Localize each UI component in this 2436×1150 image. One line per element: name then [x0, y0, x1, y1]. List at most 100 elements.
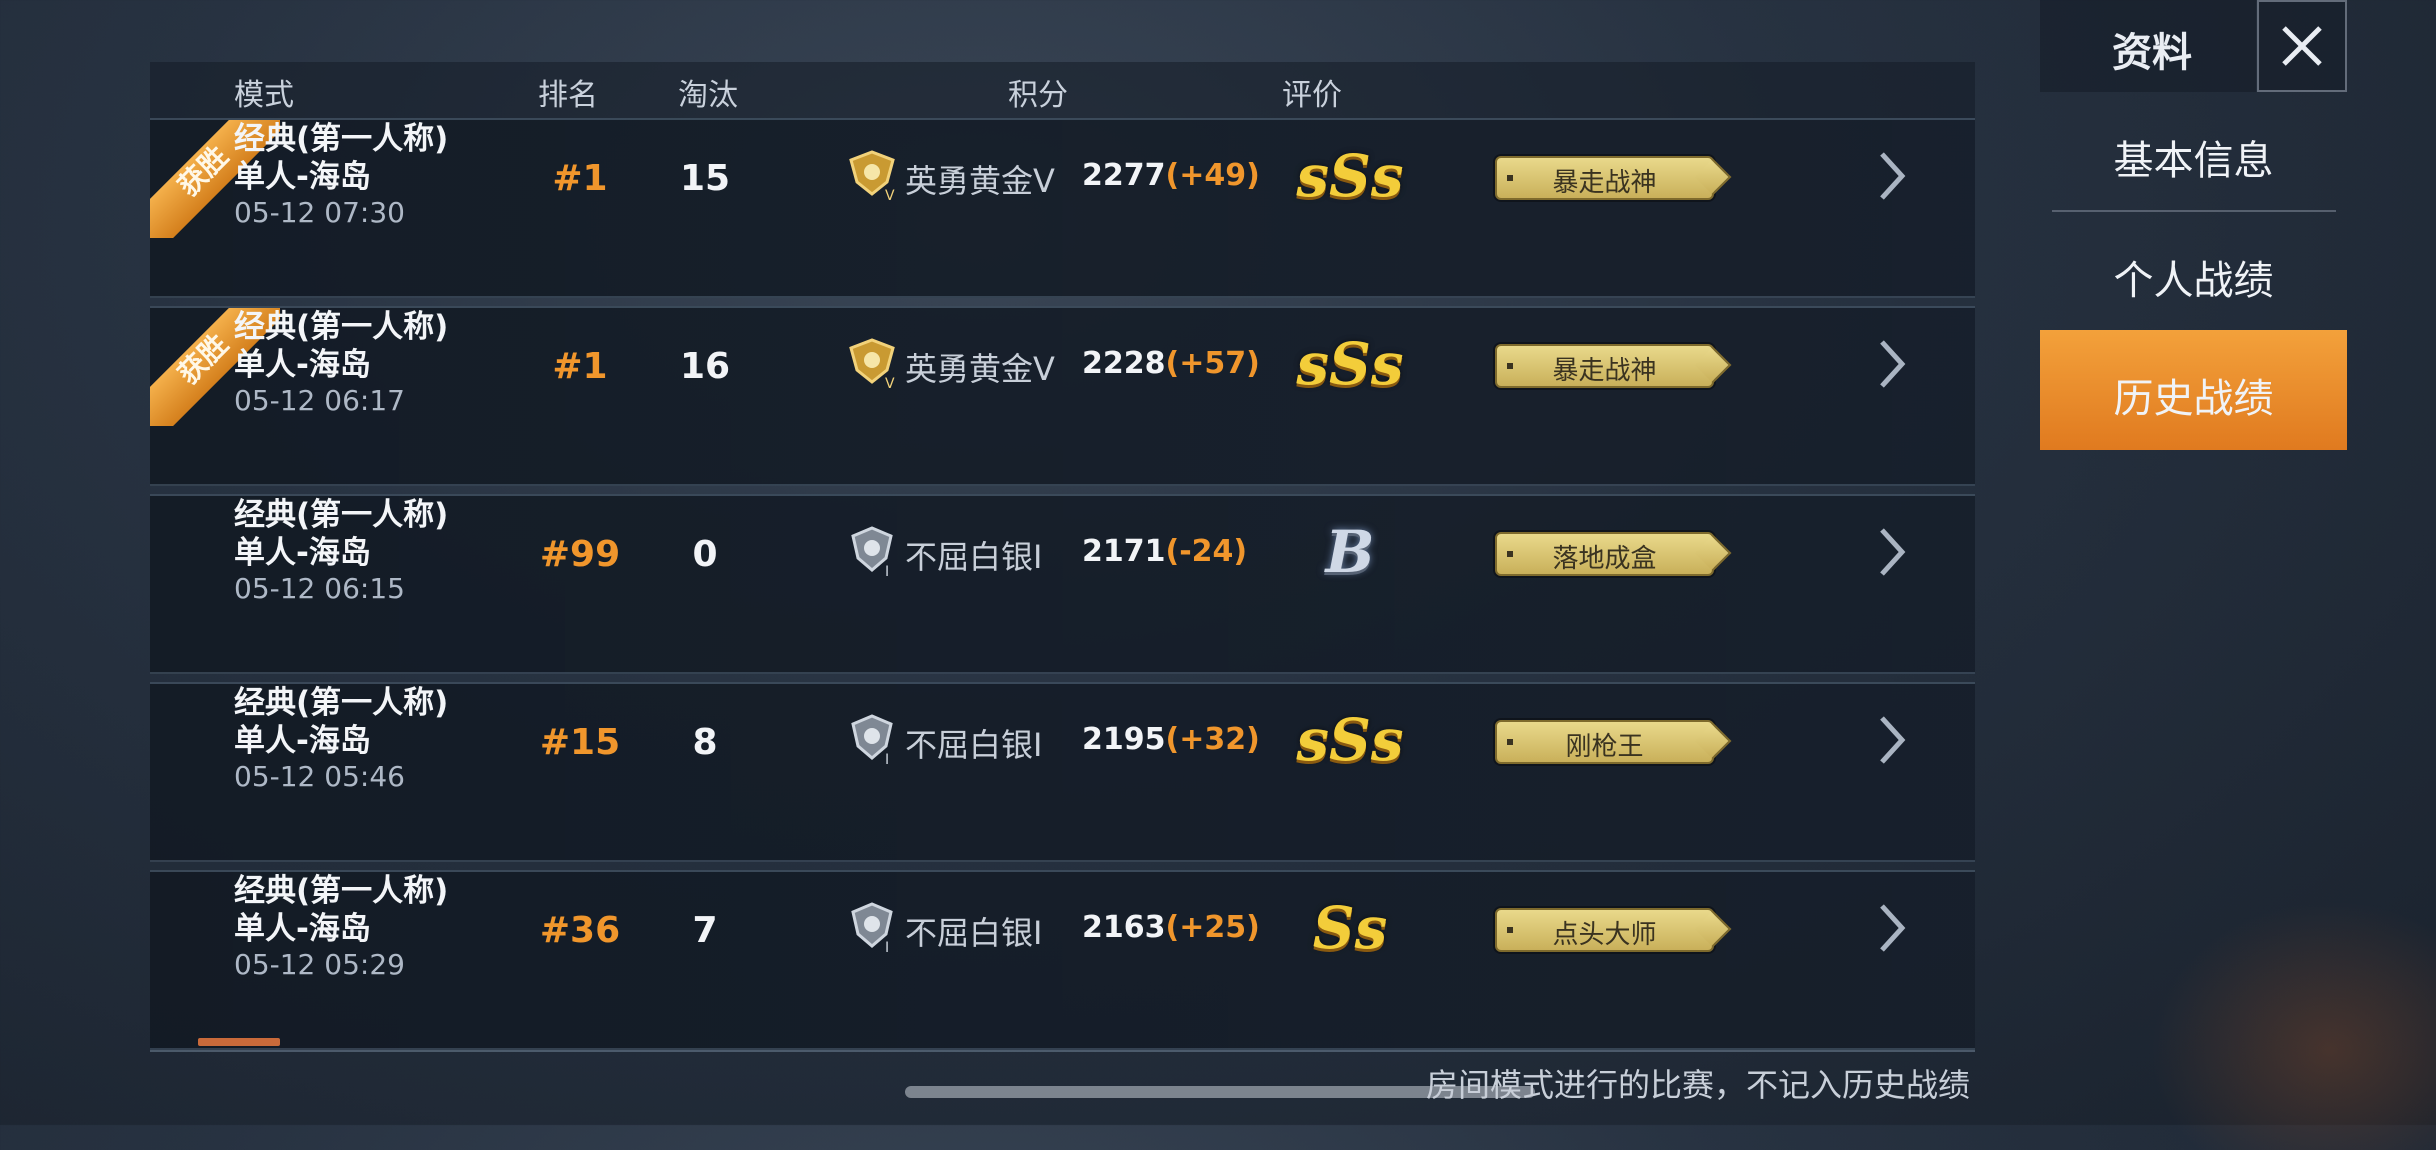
score-value: 2163: [1082, 910, 1166, 945]
close-icon: [2282, 26, 2322, 66]
match-time: 05-12 06:17: [234, 384, 405, 417]
match-mode: 经典(第一人称) 单人-海岛: [234, 120, 448, 196]
tier-name: 英勇黄金Ⅴ: [905, 162, 1055, 200]
match-title-badge: 刚枪王: [1495, 720, 1714, 764]
match-score: 2195(+32): [1082, 722, 1260, 757]
match-row[interactable]: 获胜 经典(第一人称) 单人-海岛 05-12 06:17 #1 16 V 英勇…: [150, 306, 1975, 486]
sidebar-item-basic-info[interactable]: 基本信息: [2040, 92, 2347, 212]
match-history-table: 模式 排名 淘汰 积分 评价 获胜 经典(第一人称) 单人-海岛 05-12 0…: [150, 62, 1975, 1050]
map-name: 单人-海岛: [234, 723, 371, 759]
header-mode: 模式: [234, 78, 294, 113]
match-row[interactable]: 经典(第一人称) 单人-海岛 05-12 05:29 #36 7 I 不屈白银Ⅰ…: [150, 870, 1975, 1050]
svg-text:I: I: [885, 564, 889, 578]
match-mode: 经典(第一人称) 单人-海岛: [234, 684, 448, 760]
sidebar-header: 资料: [2040, 0, 2347, 92]
close-button[interactable]: [2257, 0, 2347, 92]
match-elims: 0: [692, 534, 718, 575]
title-text: 点头大师: [1552, 920, 1657, 950]
chevron-right-icon[interactable]: [1872, 146, 1912, 206]
header-elims: 淘汰: [678, 78, 738, 113]
header-rank: 排名: [538, 78, 598, 113]
match-time: 05-12 05:46: [234, 760, 405, 793]
title-text: 落地成盒: [1552, 544, 1657, 574]
tier-name: 不屈白银Ⅰ: [905, 914, 1043, 952]
grade-rating: sSs: [1296, 706, 1404, 774]
match-row[interactable]: 经典(第一人称) 单人-海岛 05-12 05:46 #15 8 I 不屈白银Ⅰ…: [150, 682, 1975, 862]
gold-tier-icon: V: [849, 338, 895, 390]
match-elims: 8: [692, 722, 718, 763]
sidebar-title: 资料: [2040, 0, 2256, 92]
header-score: 积分: [1008, 78, 1068, 113]
title-text: 刚枪王: [1565, 732, 1644, 762]
score-value: 2195: [1082, 722, 1166, 757]
match-elims: 16: [679, 346, 731, 387]
next-row-peek: [198, 1038, 280, 1046]
match-rank: #1: [552, 346, 608, 387]
svg-text:I: I: [885, 752, 889, 766]
mode-name: 经典(第一人称): [234, 121, 449, 157]
mode-name: 经典(第一人称): [234, 685, 449, 721]
mode-name: 经典(第一人称): [234, 309, 449, 345]
match-rank: #36: [539, 910, 621, 951]
match-rank: #15: [539, 722, 621, 763]
grade-rating: Ss: [1312, 894, 1388, 962]
tier-name: 不屈白银Ⅰ: [905, 538, 1043, 576]
tier-name: 不屈白银Ⅰ: [905, 726, 1043, 764]
match-mode: 经典(第一人称) 单人-海岛: [234, 872, 448, 948]
header-grade: 评价: [1282, 78, 1342, 113]
table-header: 模式 排名 淘汰 积分 评价: [150, 62, 1975, 118]
table-bottom-divider: [150, 1050, 1975, 1052]
match-score: 2277(+49): [1082, 158, 1260, 193]
background-splash: [2150, 900, 2436, 1150]
home-indicator[interactable]: [905, 1086, 1535, 1098]
match-elims: 15: [679, 158, 731, 199]
score-delta: (+49): [1165, 158, 1260, 193]
title-text: 暴走战神: [1552, 168, 1657, 198]
mode-name: 经典(第一人称): [234, 873, 449, 909]
match-title-badge: 落地成盒: [1495, 532, 1714, 576]
match-elims: 7: [692, 910, 718, 951]
score-delta: (+25): [1165, 910, 1260, 945]
tier-name: 英勇黄金Ⅴ: [905, 350, 1055, 388]
score-value: 2171: [1082, 534, 1166, 569]
score-value: 2277: [1082, 158, 1166, 193]
chevron-right-icon[interactable]: [1872, 710, 1912, 770]
gold-tier-icon: V: [849, 150, 895, 202]
chevron-right-icon[interactable]: [1872, 522, 1912, 582]
sidebar-item-label: 个人战绩: [2113, 258, 2274, 304]
match-mode: 经典(第一人称) 单人-海岛: [234, 496, 448, 572]
match-row[interactable]: 经典(第一人称) 单人-海岛 05-12 06:15 #99 0 I 不屈白银Ⅰ…: [150, 494, 1975, 674]
match-score: 2228(+57): [1082, 346, 1260, 381]
mode-name: 经典(第一人称): [234, 497, 449, 533]
score-delta: (-24): [1165, 534, 1248, 569]
match-time: 05-12 06:15: [234, 572, 405, 605]
silver-tier-icon: I: [851, 714, 893, 766]
sidebar-item-match-history[interactable]: 历史战绩: [2040, 330, 2347, 450]
silver-tier-icon: I: [851, 902, 893, 954]
chevron-right-icon[interactable]: [1872, 334, 1912, 394]
match-score: 2163(+25): [1082, 910, 1260, 945]
match-title-badge: 暴走战神: [1495, 344, 1714, 388]
match-rank: #99: [539, 534, 621, 575]
match-rank: #1: [552, 158, 608, 199]
match-title-badge: 点头大师: [1495, 908, 1714, 952]
score-delta: (+57): [1165, 346, 1260, 381]
map-name: 单人-海岛: [234, 347, 371, 383]
map-name: 单人-海岛: [234, 535, 371, 571]
footer-note: 房间模式进行的比赛，不记入历史战绩: [1425, 1066, 1970, 1104]
match-time: 05-12 07:30: [234, 196, 405, 229]
title-text: 暴走战神: [1552, 356, 1657, 386]
sidebar-title-text: 资料: [2112, 30, 2192, 76]
chevron-right-icon[interactable]: [1872, 898, 1912, 958]
score-delta: (+32): [1165, 722, 1260, 757]
grade-rating: sSs: [1296, 330, 1404, 398]
silver-tier-icon: I: [851, 526, 893, 578]
grade-rating: sSs: [1296, 142, 1404, 210]
match-score: 2171(-24): [1082, 534, 1247, 569]
svg-text:V: V: [885, 376, 895, 390]
map-name: 单人-海岛: [234, 911, 371, 947]
match-row[interactable]: 获胜 经典(第一人称) 单人-海岛 05-12 07:30 #1 15 V 英勇…: [150, 118, 1975, 298]
score-value: 2228: [1082, 346, 1166, 381]
sidebar-item-label: 历史战绩: [2113, 376, 2274, 422]
sidebar-item-personal-stats[interactable]: 个人战绩: [2040, 212, 2347, 332]
